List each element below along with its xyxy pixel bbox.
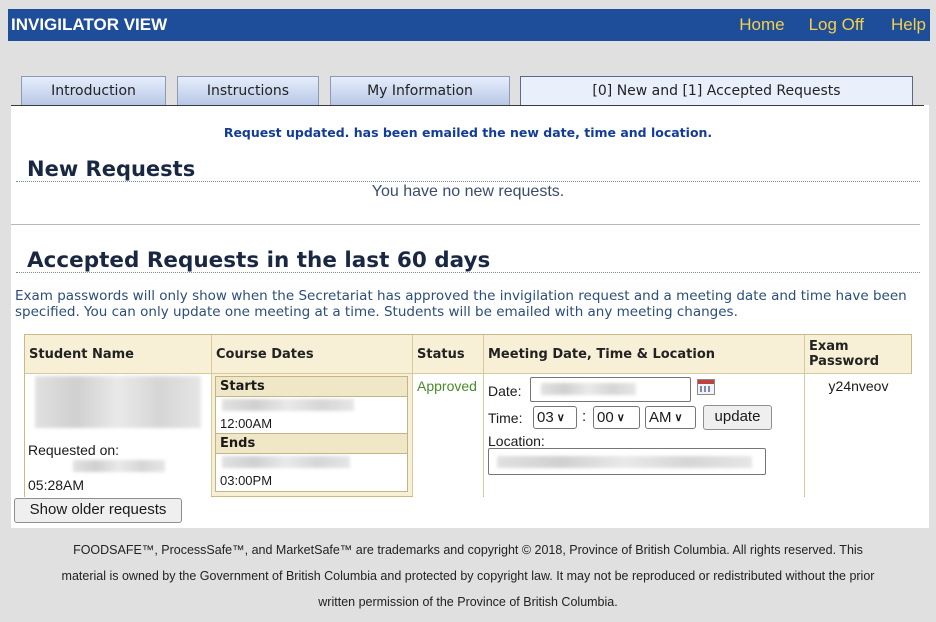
log-off-link[interactable]: Log Off (809, 15, 864, 35)
home-link[interactable]: Home (739, 15, 784, 35)
password-cell: y24nveov (805, 374, 912, 497)
starts-label: Starts (216, 377, 407, 397)
col-status: Status (417, 346, 465, 362)
show-older-requests-button[interactable]: Show older requests (14, 498, 182, 523)
chevron-down-icon: ∨ (674, 412, 683, 424)
redacted-student-name (35, 376, 201, 428)
footer-line-3: written permission of the Province of Br… (318, 595, 618, 609)
location-input[interactable] (488, 448, 766, 475)
tab-instructions[interactable]: Instructions (177, 76, 319, 106)
ampm-value: AM (649, 409, 672, 426)
top-nav: Home Log Off Help (739, 15, 930, 35)
student-cell: Requested on: 05:28AM (25, 374, 211, 497)
tab-introduction[interactable]: Introduction (21, 76, 166, 106)
no-requests-text: You have no new requests. (371, 183, 565, 200)
ampm-select[interactable]: AM ∨ (645, 406, 696, 429)
accepted-requests-table: Student Name Course Dates Status Meeting… (24, 334, 912, 497)
requested-label: Requested on: (28, 442, 120, 458)
redacted-location-value (497, 456, 752, 468)
col-student-name: Student Name (29, 346, 134, 362)
course-dates-subtable: Starts 12:00AM Ends 03:00PM (215, 376, 408, 492)
meeting-cell: Date: Time: 03 ∨ : 00 ∨ AM ∨ update Locatio… (484, 374, 804, 497)
date-label: Date: (488, 383, 522, 399)
info-text: Exam passwords will only show when the S… (15, 288, 907, 320)
new-requests-heading: New Requests (27, 157, 196, 181)
time-separator: : (582, 408, 587, 425)
tab-divider (11, 105, 924, 106)
status-cell: Approved (413, 374, 483, 497)
col-course-dates: Course Dates (216, 346, 314, 362)
redacted-date-value (541, 383, 636, 395)
redacted-end-date (222, 456, 350, 468)
starts-time: 12:00AM (220, 416, 273, 431)
tab-my-information[interactable]: My Information (330, 76, 510, 106)
minute-value: 00 (597, 409, 614, 426)
column-divider (211, 335, 212, 496)
accepted-requests-heading: Accepted Requests in the last 60 days (27, 248, 491, 273)
col-exam-password: Exam Password (809, 339, 880, 369)
chevron-down-icon: ∨ (616, 412, 625, 424)
ends-time: 03:00PM (220, 473, 273, 488)
date-input[interactable] (530, 377, 691, 402)
update-message: Request updated. has been emailed the ne… (223, 125, 713, 140)
footer-line-2: material is owned by the Government of B… (61, 569, 875, 583)
update-button[interactable]: update (703, 405, 772, 430)
hour-select[interactable]: 03 ∨ (533, 406, 577, 429)
redacted-requested-date (73, 460, 165, 472)
ends-label: Ends (216, 434, 407, 454)
redacted-start-date (222, 399, 354, 411)
col-meeting: Meeting Date, Time & Location (488, 346, 716, 362)
top-bar: INVIGILATOR VIEW Home Log Off Help (8, 9, 930, 41)
help-link[interactable]: Help (891, 15, 926, 35)
status-badge: Approved (417, 378, 477, 394)
tab-requests[interactable]: [0] New and [1] Accepted Requests (520, 76, 913, 106)
starts-value: 12:00AM (216, 397, 407, 434)
chevron-down-icon: ∨ (556, 412, 565, 424)
divider (16, 181, 920, 182)
ends-value: 03:00PM (216, 454, 407, 491)
location-label: Location: (488, 433, 545, 449)
hour-value: 03 (537, 409, 554, 426)
requested-time: 05:28AM (28, 477, 85, 493)
exam-password: y24nveov (828, 378, 889, 394)
app-title: INVIGILATOR VIEW (11, 15, 168, 34)
divider (16, 272, 920, 273)
minute-select[interactable]: 00 ∨ (593, 406, 640, 429)
section-divider (11, 224, 920, 225)
footer-line-1: FOODSAFE™, ProcessSafe™, and MarketSafe™… (73, 543, 863, 557)
time-label: Time: (488, 410, 523, 426)
calendar-icon[interactable] (697, 379, 715, 395)
